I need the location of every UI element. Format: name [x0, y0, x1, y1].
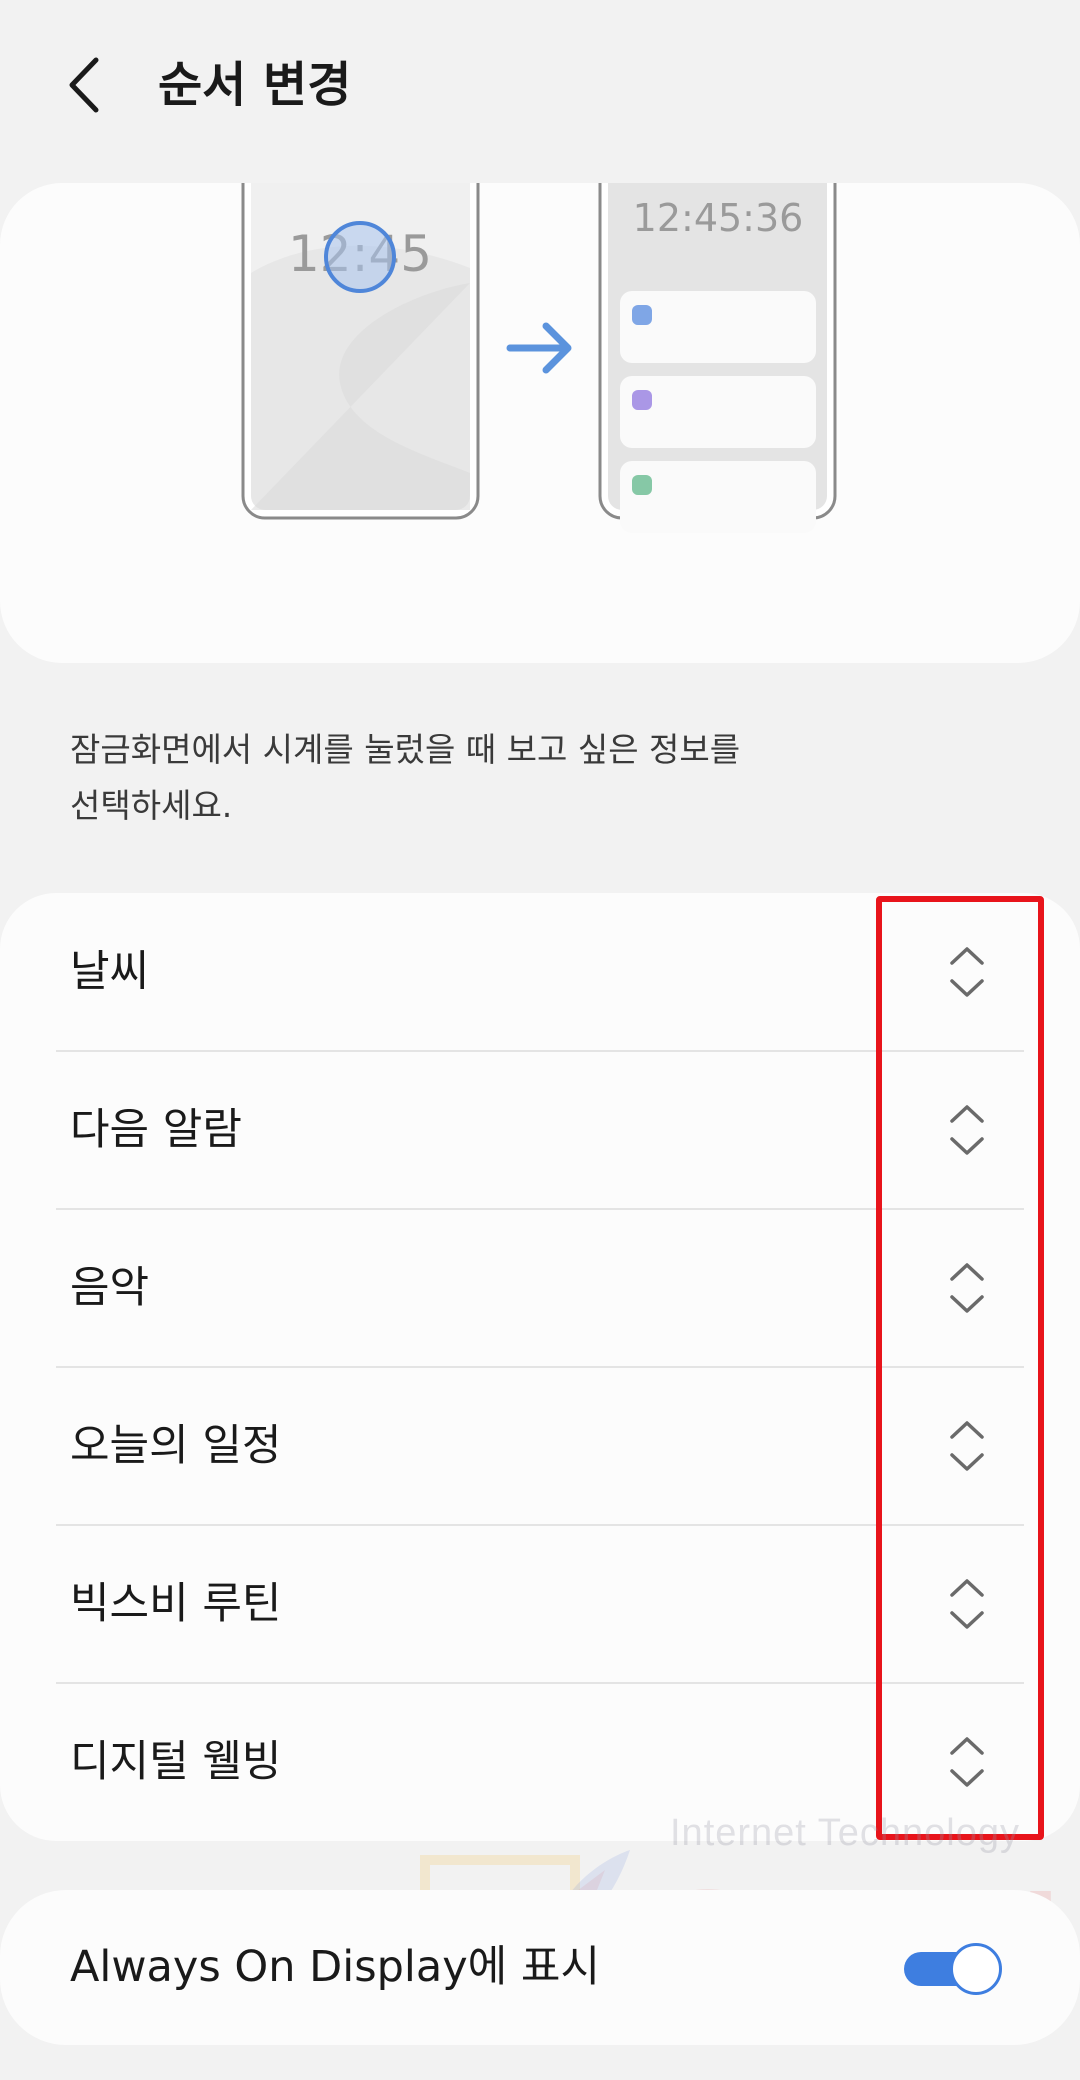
aod-setting-row[interactable]: Always On Display에 표시 [0, 1890, 1080, 2045]
list-item-label: 오늘의 일정 [70, 1421, 282, 1471]
highlight-box [876, 896, 1044, 1840]
back-arrow-icon [69, 57, 99, 113]
phone2-clock: 12:45:36 [633, 196, 804, 240]
aod-toggle-switch[interactable] [900, 1939, 1004, 1997]
description-line-1: 잠금화면에서 시계를 눌렀을 때 보고 싶은 정보를 [70, 730, 741, 769]
list-item-label: 날씨 [70, 947, 150, 997]
list-item-label: 빅스비 루틴 [70, 1579, 282, 1629]
aod-label: Always On Display에 표시 [70, 1942, 601, 1992]
list-item-label: 음악 [70, 1263, 150, 1313]
description-text: 잠금화면에서 시계를 눌렀을 때 보고 싶은 정보를 선택하세요. [70, 722, 1030, 834]
touch-indicator [324, 221, 396, 293]
list-item-label: 다음 알람 [70, 1105, 242, 1155]
page-title: 순서 변경 [158, 57, 352, 113]
phone-after-illustration: 12:45:36 [598, 183, 837, 533]
toggle-knob [950, 1943, 1002, 1995]
lockscreen-illustration: 12:45 12:45:36 [241, 183, 837, 533]
description-line-2: 선택하세요. [70, 786, 233, 825]
arrow-right-icon [506, 322, 572, 374]
phone-before-illustration: 12:45 [241, 183, 480, 520]
illustration-card: 12:45 12:45:36 [0, 183, 1080, 663]
list-item-label: 디지털 웰빙 [70, 1737, 282, 1787]
back-button[interactable] [58, 50, 118, 120]
app-bar: 순서 변경 [0, 0, 1080, 175]
